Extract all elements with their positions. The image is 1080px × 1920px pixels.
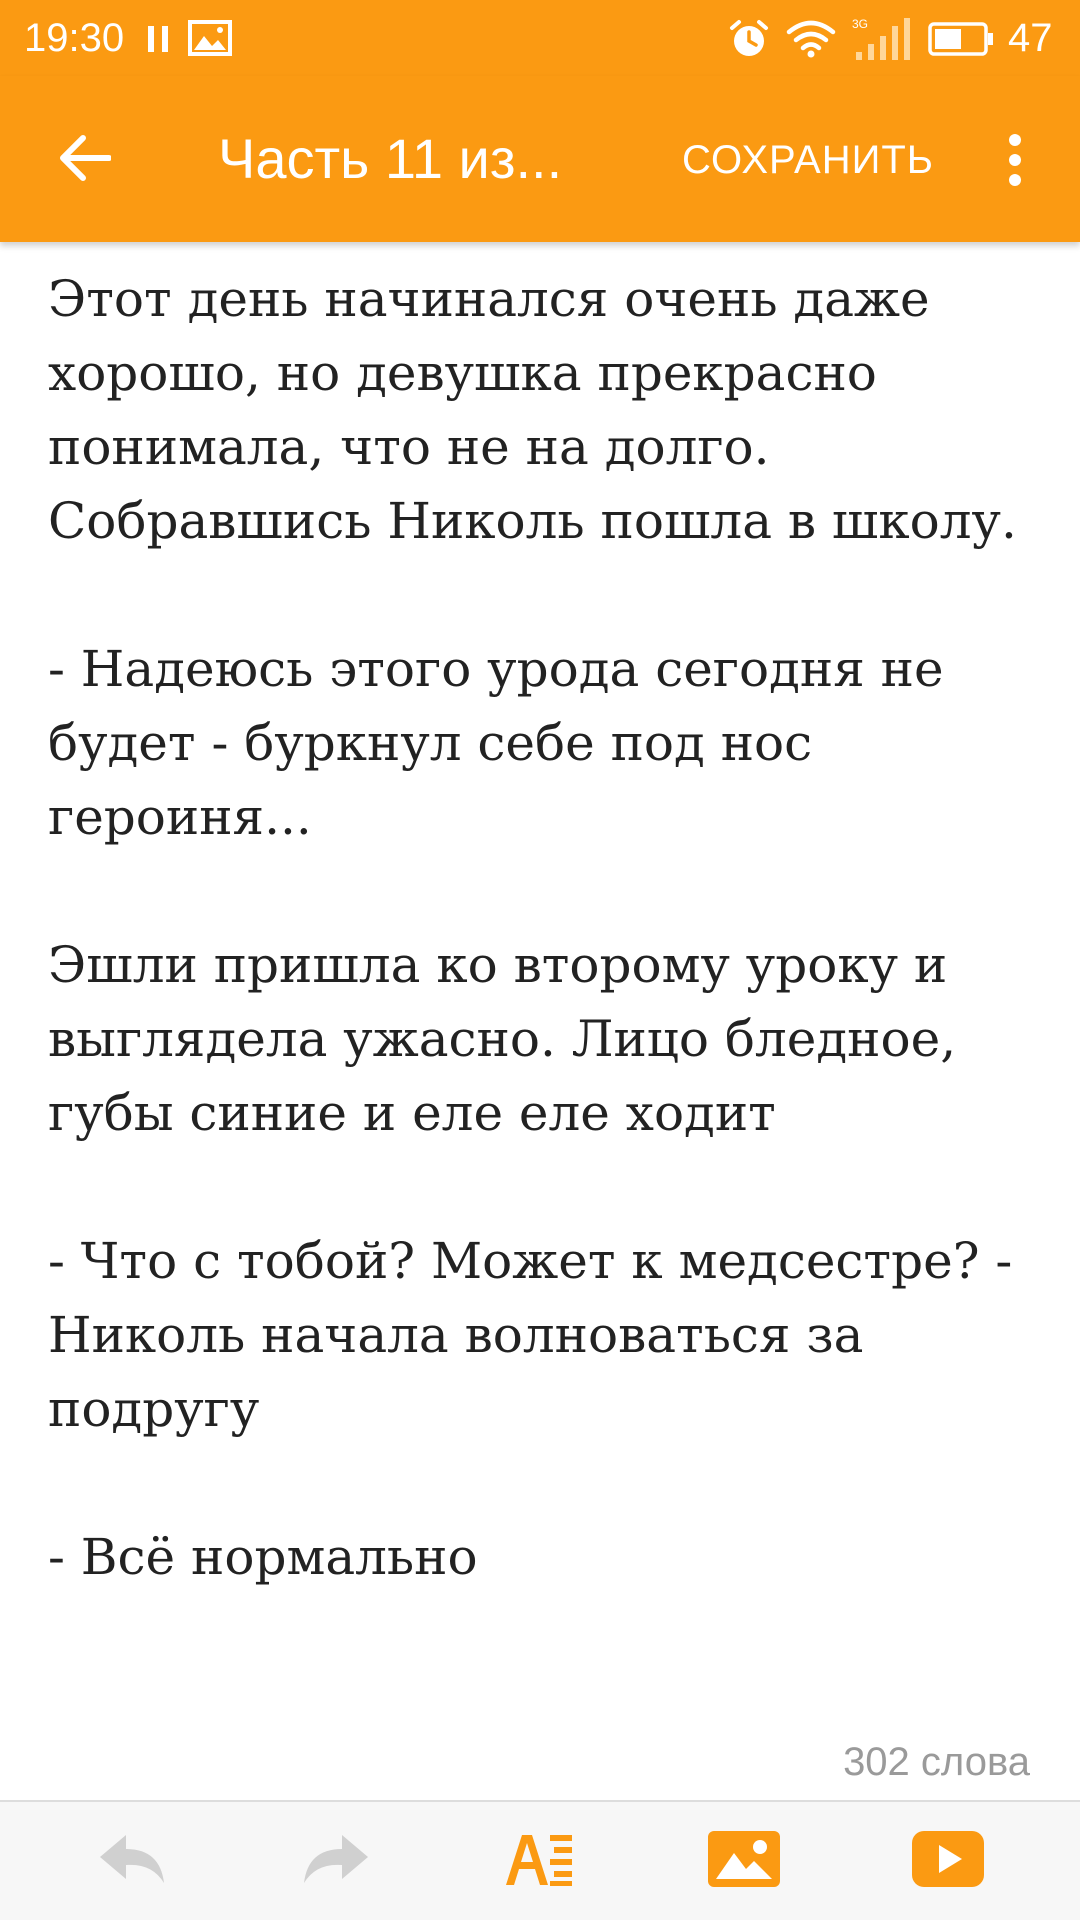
signal-icon: 3G [852, 17, 910, 60]
text-format-button[interactable] [500, 1824, 580, 1894]
story-paragraph[interactable]: Этот день начинался очень даже хорошо, н… [48, 262, 1048, 558]
text-format-icon [506, 1835, 572, 1886]
story-paragraph[interactable]: - Надеюсь этого урода сегодня не будет -… [48, 632, 1048, 854]
pause-icon [148, 26, 168, 52]
status-time: 19:30 [24, 16, 125, 60]
story-paragraph[interactable]: - Всё нормально [48, 1520, 1048, 1594]
insert-image-button[interactable] [704, 1824, 784, 1894]
battery-level: 47 [1008, 16, 1053, 60]
image-icon [708, 1831, 780, 1887]
gallery-icon [188, 20, 232, 56]
back-button[interactable] [40, 118, 130, 198]
story-paragraph[interactable]: Эшли пришла ко второму уроку и выглядела… [48, 928, 1048, 1150]
wifi-icon [786, 20, 836, 58]
story-text-editor[interactable]: Этот день начинался очень даже хорошо, н… [48, 262, 1048, 1668]
alarm-icon [730, 20, 768, 56]
status-bar: 19:30 3G 47 [0, 0, 1080, 76]
redo-icon [304, 1835, 368, 1883]
story-paragraph[interactable]: - Что с тобой? Может к медсестре? - Нико… [48, 1224, 1048, 1446]
more-vertical-icon [1009, 134, 1021, 186]
arrow-back-icon [60, 135, 111, 181]
battery-icon [928, 22, 993, 56]
redo-button[interactable] [296, 1824, 376, 1894]
page-title: Часть 11 из... [218, 127, 563, 190]
signal-type-label: 3G [852, 17, 868, 31]
app-bar: Часть 11 из... СОХРАНИТЬ [0, 76, 1080, 242]
insert-video-button[interactable] [908, 1824, 988, 1894]
more-options-button[interactable] [990, 120, 1040, 200]
undo-icon [100, 1835, 164, 1883]
bottom-toolbar [0, 1800, 1080, 1920]
undo-button[interactable] [92, 1824, 172, 1894]
word-count: 302 слова [843, 1740, 1030, 1784]
save-button[interactable]: СОХРАНИТЬ [682, 132, 934, 188]
video-icon [912, 1831, 984, 1887]
